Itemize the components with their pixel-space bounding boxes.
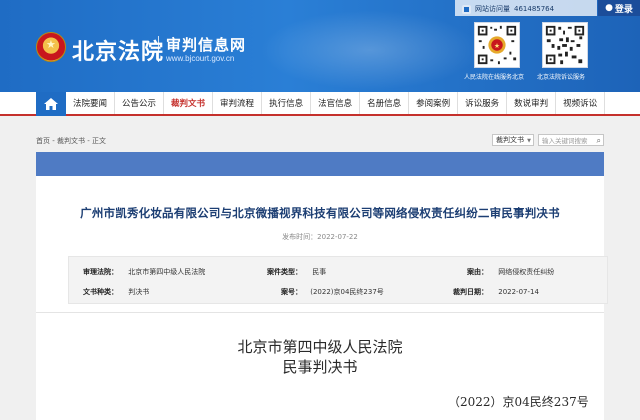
site-url: www.bjcourt.gov.cn [166, 54, 235, 63]
search-input[interactable]: 输入关键词搜索 ⌕ [538, 134, 604, 146]
meta-case-value: (2022)京04民终237号 [310, 288, 384, 296]
nav-item-1[interactable]: 公告公示 [115, 92, 165, 114]
meta-date-value: 2022-07-14 [498, 288, 539, 296]
court-emblem-icon: ★ [36, 32, 66, 62]
qr-code-service[interactable] [542, 22, 588, 68]
category-select-value: 裁判文书 [496, 136, 524, 144]
search-placeholder: 输入关键词搜索 [542, 137, 588, 145]
nav-item-3[interactable]: 审判流程 [213, 92, 263, 114]
login-button[interactable]: ● 登录 [598, 0, 640, 16]
page: ★ 北京法院 审判信息网 www.bjcourt.gov.cn 网站访问量 46… [0, 0, 640, 420]
main-nav: 法院要闻 公告公示 裁判文书 审判流程 执行信息 法官信息 名册信息 参阅案例 诉讼服务 数说审判… [0, 92, 640, 116]
meta-doc-kind-value: 判决书 [128, 288, 150, 296]
breadcrumb-bar: 首页 - 裁判文书 - 正文 裁判文书 ▼ 输入关键词搜索 ⌕ [36, 134, 604, 148]
nav-item-9[interactable]: 数说审判 [507, 92, 557, 114]
search-icon[interactable]: ⌕ [597, 136, 601, 146]
document-case-number: （2022）京04民终237号 [448, 395, 589, 409]
site-name: 审判信息网 [166, 36, 247, 54]
nav-item-8[interactable]: 诉讼服务 [458, 92, 508, 114]
court-name[interactable]: 北京法院 [72, 34, 164, 66]
nav-item-7[interactable]: 参阅案例 [409, 92, 459, 114]
meta-court-key: 审理法院： [83, 268, 118, 276]
home-icon [44, 98, 58, 110]
meta-court-value: 北京市第四中级人民法院 [128, 268, 206, 276]
meta-doc-kind-key: 文书种类： [83, 288, 118, 296]
publish-date-value: 2022-07-22 [317, 233, 358, 241]
publish-label: 发布时间： [282, 233, 318, 241]
meta-case: 案号： (2022)京04民终237号 [281, 287, 384, 297]
login-label: 登录 [614, 4, 633, 15]
banner-glow [260, 10, 480, 90]
meta-cause: 案由： 网络侵权责任纠纷 [467, 267, 554, 277]
nav-home-button[interactable] [36, 92, 66, 116]
meta-date-key: 裁判日期： [453, 288, 488, 296]
meta-type-value: 民事 [312, 268, 327, 276]
nav-item-10[interactable]: 视频诉讼 [556, 92, 606, 114]
document-title: 广州市凯秀化妆品有限公司与北京微播视界科技有限公司等网络侵权责任纠纷二审民事判决… [80, 206, 560, 220]
document-header-band [36, 152, 604, 176]
case-meta-table: 审理法院： 北京市第四中级人民法院 案件类型： 民事 案由： 网络侵权责任纠纷 … [68, 256, 608, 304]
section-divider [36, 312, 604, 313]
nav-item-6[interactable]: 名册信息 [360, 92, 410, 114]
meta-cause-key: 案由： [467, 268, 488, 276]
visit-counter: 网站访问量 461485764 [462, 3, 554, 15]
nav-item-4[interactable]: 执行信息 [262, 92, 312, 114]
nav-item-0[interactable]: 法院要闻 [66, 92, 116, 114]
user-icon: ● [605, 3, 613, 13]
nav-items: 法院要闻 公告公示 裁判文书 审判流程 执行信息 法官信息 名册信息 参阅案例 诉讼服务 数说审判… [66, 92, 606, 114]
visit-count: 461485764 [514, 5, 555, 13]
meta-type: 案件类型： 民事 [267, 267, 326, 277]
svg-text:★: ★ [494, 42, 500, 50]
breadcrumb[interactable]: 首页 - 裁判文书 - 正文 [36, 136, 106, 146]
meta-court: 审理法院： 北京市第四中级人民法院 [83, 267, 205, 277]
meta-case-key: 案号： [281, 288, 302, 296]
publish-date: 发布时间：2022-07-22 [0, 232, 640, 242]
category-select[interactable]: 裁判文书 ▼ [492, 134, 534, 146]
header-divider [158, 36, 159, 62]
chevron-down-icon: ▼ [527, 138, 531, 144]
qr-code-app[interactable]: ★ [474, 22, 520, 68]
header-banner: ★ 北京法院 审判信息网 www.bjcourt.gov.cn 网站访问量 46… [0, 0, 640, 92]
meta-date: 裁判日期： 2022-07-14 [453, 287, 539, 297]
meta-type-key: 案件类型： [267, 268, 302, 276]
visit-label: 网站访问量 [475, 5, 510, 13]
nav-item-5[interactable]: 法官信息 [311, 92, 361, 114]
qr-caption-app: 人民法院在线服务北京 [464, 74, 525, 81]
counter-icon [462, 4, 471, 14]
meta-doc-kind: 文书种类： 判决书 [83, 287, 149, 297]
document-type-heading: 民事判决书 [282, 358, 358, 376]
meta-cause-value: 网络侵权责任纠纷 [498, 268, 555, 276]
qr-caption-service: 北京法院诉讼服务 [537, 74, 586, 81]
document-court-heading: 北京市第四中级人民法院 [237, 338, 403, 356]
nav-item-2[interactable]: 裁判文书 [164, 92, 214, 114]
